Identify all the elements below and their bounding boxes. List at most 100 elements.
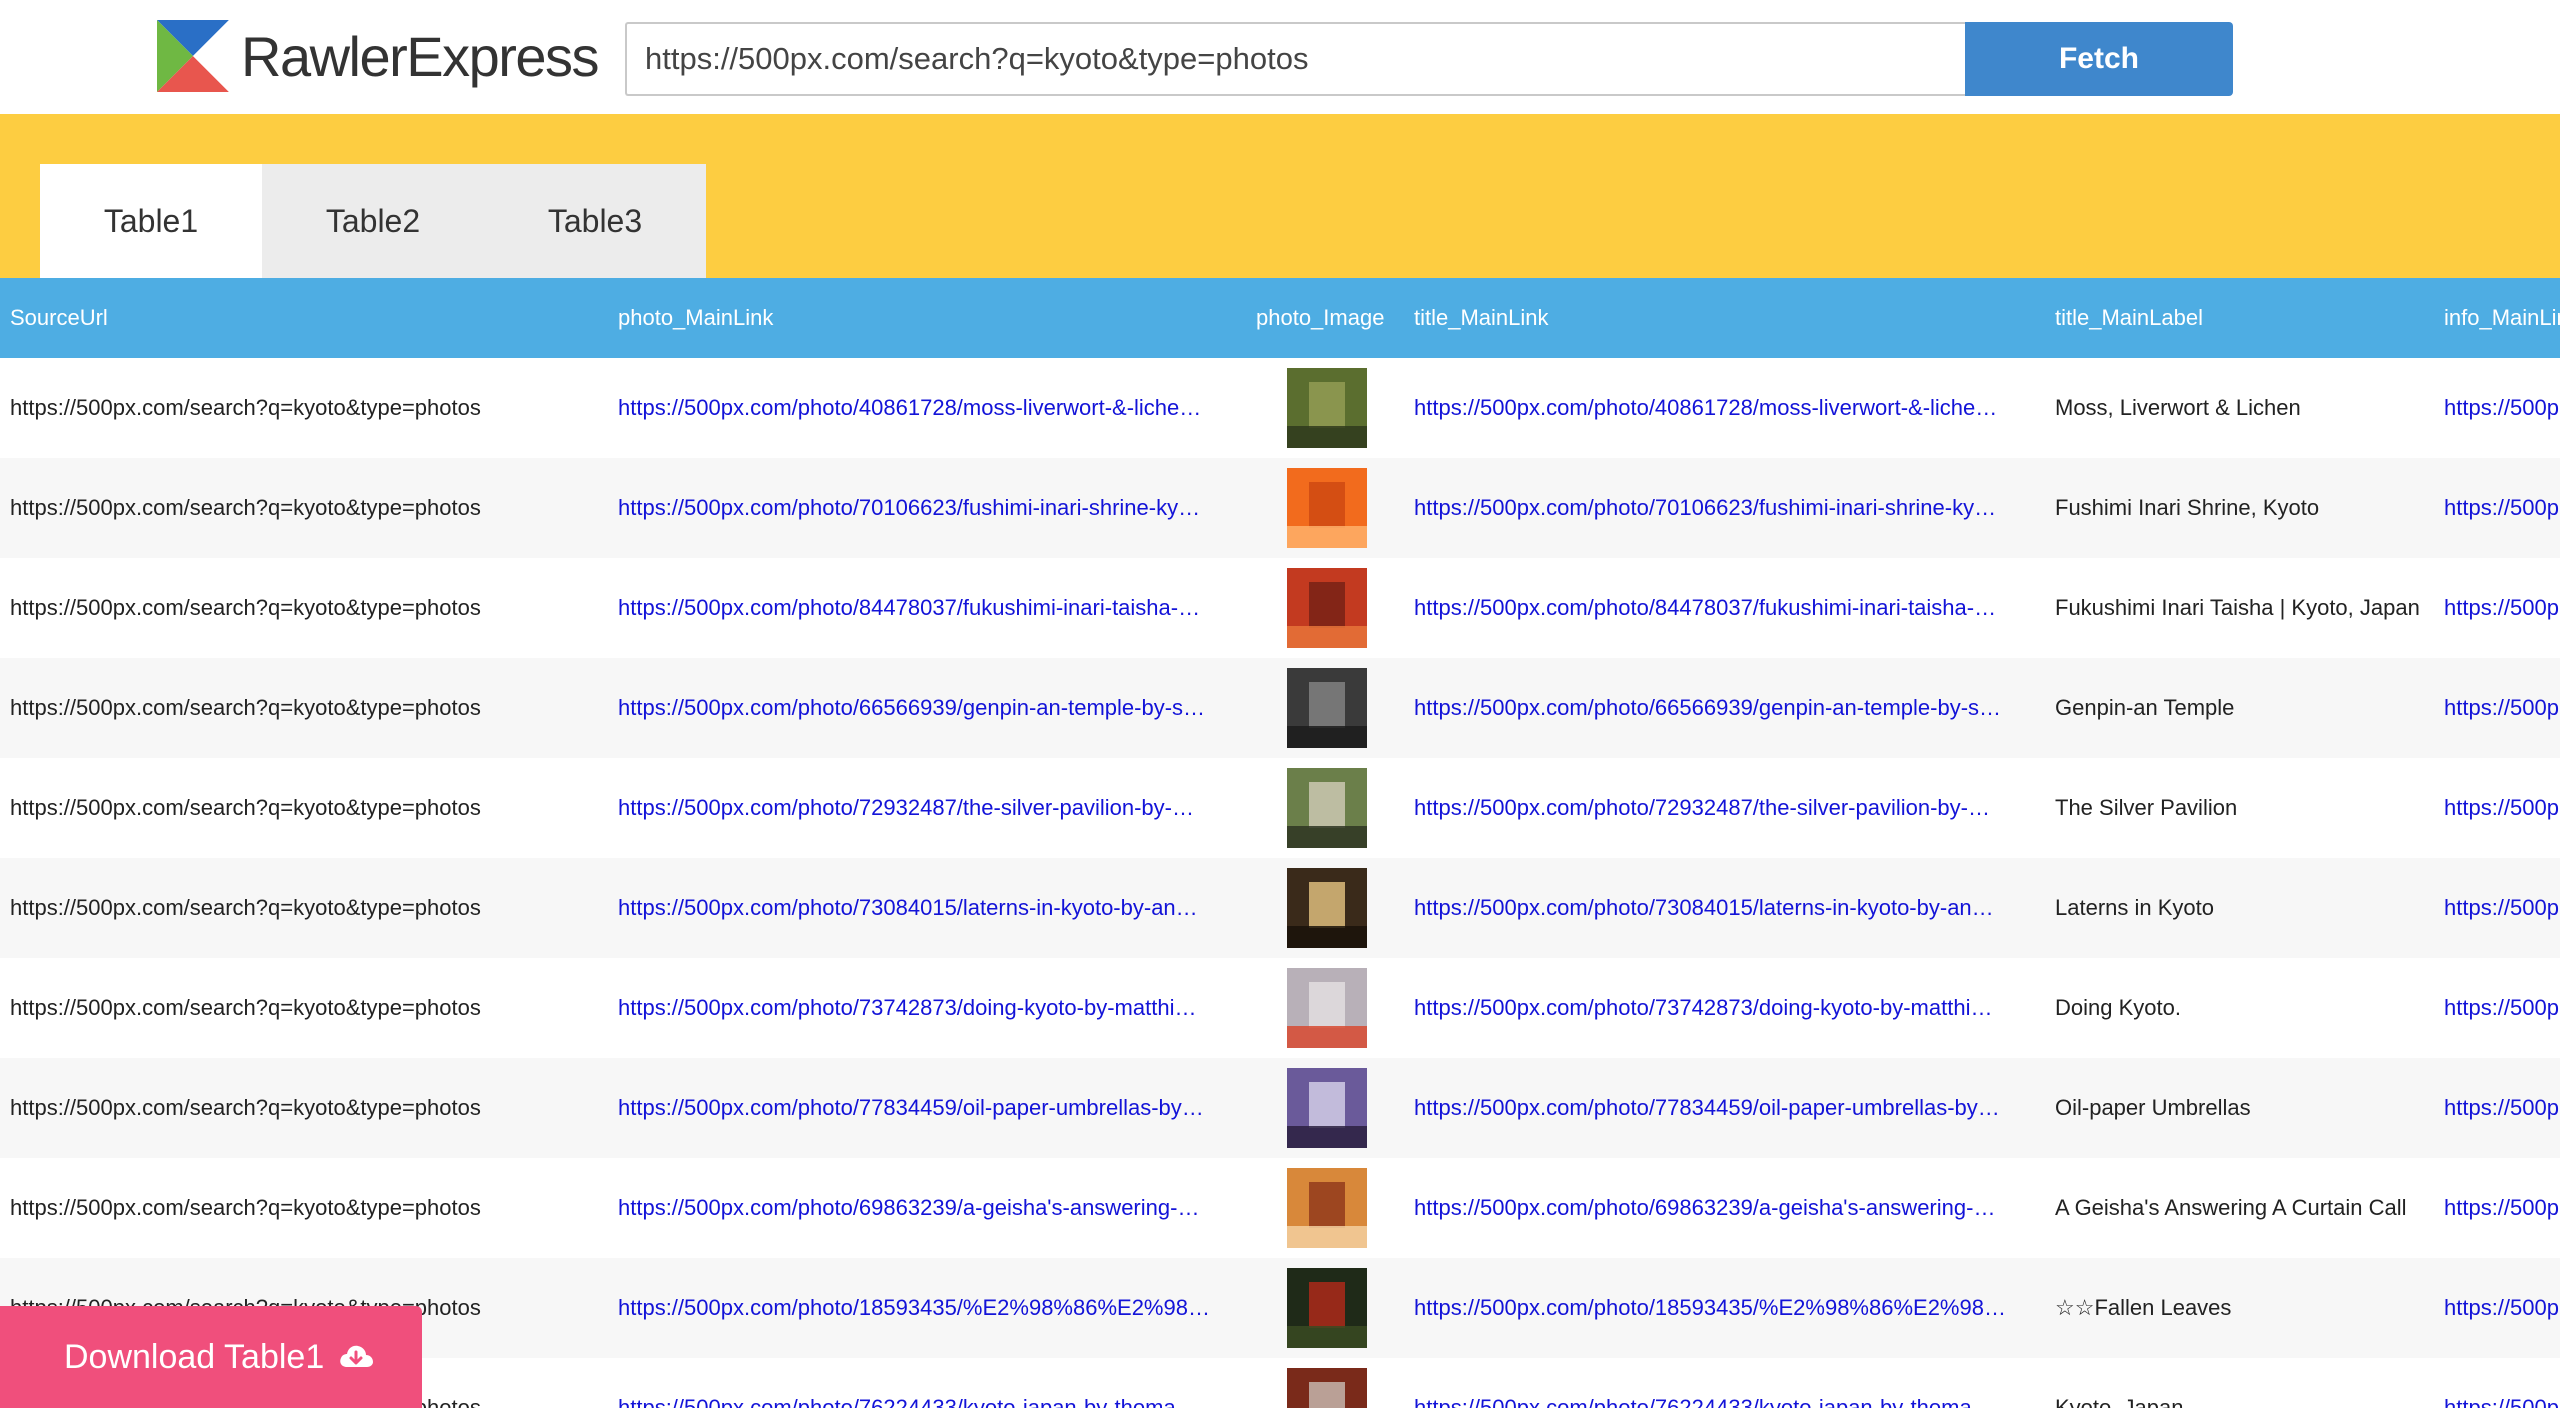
cell-source-url: https://500px.com/search?q=kyoto&type=ph…: [10, 795, 481, 820]
app-header: RawlerExpress Fetch: [0, 0, 2560, 114]
column-header-photo-image[interactable]: photo_Image: [1250, 278, 1404, 358]
cell-title-link[interactable]: https://500px.com/photo/72932487/the-sil…: [1404, 758, 2045, 858]
cell-source-url: https://500px.com/search?q=kyoto&type=ph…: [10, 495, 481, 520]
table-body: https://500px.com/search?q=kyoto&type=ph…: [0, 358, 2560, 1408]
table-header-row: SourceUrl photo_MainLink photo_Image tit…: [0, 278, 2560, 358]
cell-title-link[interactable]: https://500px.com/photo/66566939/genpin-…: [1404, 658, 2045, 758]
table-row: https://500px.com/search?q=kyoto&type=ph…: [0, 758, 2560, 858]
cell-photo-link[interactable]: https://500px.com/photo/18593435/%E2%98%…: [608, 1258, 1250, 1358]
table-row: https://500px.com/search?q=kyoto&type=ph…: [0, 358, 2560, 458]
tab-table1[interactable]: Table1: [40, 164, 262, 278]
column-header-sourceurl[interactable]: SourceUrl: [0, 278, 608, 358]
cell-info-link[interactable]: https://500p: [2434, 958, 2560, 1058]
cell-title-link[interactable]: https://500px.com/photo/40861728/moss-li…: [1404, 358, 2045, 458]
cell-photo-link[interactable]: https://500px.com/photo/84478037/fukushi…: [608, 558, 1250, 658]
cell-photo-link[interactable]: https://500px.com/photo/72932487/the-sil…: [608, 758, 1250, 858]
photo-thumbnail: [1287, 368, 1367, 448]
app-logo[interactable]: RawlerExpress: [157, 19, 600, 93]
tab-band: Table1 Table2 Table3: [0, 114, 2560, 278]
cell-title-link[interactable]: https://500px.com/photo/70106623/fushimi…: [1404, 458, 2045, 558]
table-row: https://500px.com/search?q=kyoto&type=ph…: [0, 658, 2560, 758]
download-table-button[interactable]: Download Table1: [0, 1306, 422, 1408]
cell-source-url: https://500px.com/search?q=kyoto&type=ph…: [10, 695, 481, 720]
cell-photo-image: [1250, 1058, 1404, 1158]
cell-source-url: https://500px.com/search?q=kyoto&type=ph…: [10, 995, 481, 1020]
cell-info-link[interactable]: https://500p: [2434, 858, 2560, 958]
cell-photo-link[interactable]: https://500px.com/photo/70106623/fushimi…: [608, 458, 1250, 558]
photo-thumbnail: [1287, 1368, 1367, 1408]
cell-photo-image: [1250, 858, 1404, 958]
cell-title-link[interactable]: https://500px.com/photo/84478037/fukushi…: [1404, 558, 2045, 658]
cell-title-link[interactable]: https://500px.com/photo/77834459/oil-pap…: [1404, 1058, 2045, 1158]
tab-bar: Table1 Table2 Table3: [40, 164, 706, 278]
tab-table2[interactable]: Table2: [262, 164, 484, 278]
cell-photo-link[interactable]: https://500px.com/photo/66566939/genpin-…: [608, 658, 1250, 758]
cell-title-link[interactable]: https://500px.com/photo/73084015/laterns…: [1404, 858, 2045, 958]
url-input[interactable]: [625, 22, 1967, 96]
cell-title-label: ☆☆Fallen Leaves: [2055, 1295, 2232, 1320]
cell-title-label: Laterns in Kyoto: [2055, 895, 2214, 920]
cell-source-url: https://500px.com/search?q=kyoto&type=ph…: [10, 1195, 481, 1220]
cell-title-link[interactable]: https://500px.com/photo/76224433/kyoto-j…: [1404, 1358, 2045, 1408]
photo-thumbnail: [1287, 868, 1367, 948]
cell-info-link[interactable]: https://500p: [2434, 458, 2560, 558]
cell-source-url: https://500px.com/search?q=kyoto&type=ph…: [10, 1095, 481, 1120]
table-row: https://500px.com/search?q=kyoto&type=ph…: [0, 458, 2560, 558]
cell-photo-image: [1250, 1258, 1404, 1358]
tab-table3[interactable]: Table3: [484, 164, 706, 278]
cell-title-label: Oil-paper Umbrellas: [2055, 1095, 2251, 1120]
table-row: https://500px.com/search?q=kyoto&type=ph…: [0, 558, 2560, 658]
cell-title-label: Moss, Liverwort & Lichen: [2055, 395, 2301, 420]
cell-info-link[interactable]: https://500p: [2434, 358, 2560, 458]
cell-photo-image: [1250, 958, 1404, 1058]
cell-photo-image: [1250, 358, 1404, 458]
table-row: https://500px.com/search?q=kyoto&type=ph…: [0, 1158, 2560, 1258]
cell-info-link[interactable]: https://500p: [2434, 1158, 2560, 1258]
cell-info-link[interactable]: https://500p: [2434, 758, 2560, 858]
photo-thumbnail: [1287, 1168, 1367, 1248]
column-header-photo-mainlink[interactable]: photo_MainLink: [608, 278, 1250, 358]
column-header-title-mainlink[interactable]: title_MainLink: [1404, 278, 2045, 358]
cell-info-link[interactable]: https://500p: [2434, 1058, 2560, 1158]
cell-title-link[interactable]: https://500px.com/photo/73742873/doing-k…: [1404, 958, 2045, 1058]
photo-thumbnail: [1287, 468, 1367, 548]
cell-photo-link[interactable]: https://500px.com/photo/40861728/moss-li…: [608, 358, 1250, 458]
cell-source-url: https://500px.com/search?q=kyoto&type=ph…: [10, 595, 481, 620]
app-name: RawlerExpress: [241, 24, 600, 88]
photo-thumbnail: [1287, 668, 1367, 748]
cell-photo-link[interactable]: https://500px.com/photo/73084015/laterns…: [608, 858, 1250, 958]
cell-title-label: A Geisha's Answering A Curtain Call: [2055, 1195, 2407, 1220]
cell-info-link[interactable]: https://500p: [2434, 658, 2560, 758]
table-row: https://500px.com/search?q=kyoto&type=ph…: [0, 958, 2560, 1058]
photo-thumbnail: [1287, 968, 1367, 1048]
column-header-info-mainlink[interactable]: info_MainLink: [2434, 278, 2560, 358]
photo-thumbnail: [1287, 1268, 1367, 1348]
table-row: https://500px.com/search?q=kyoto&type=ph…: [0, 1058, 2560, 1158]
cell-photo-link[interactable]: https://500px.com/photo/69863239/a-geish…: [608, 1158, 1250, 1258]
cell-photo-image: [1250, 1358, 1404, 1408]
cell-title-link[interactable]: https://500px.com/photo/69863239/a-geish…: [1404, 1158, 2045, 1258]
cell-title-label: The Silver Pavilion: [2055, 795, 2238, 820]
table-row: https://500px.com/search?q=kyoto&type=ph…: [0, 858, 2560, 958]
results-table-container[interactable]: SourceUrl photo_MainLink photo_Image tit…: [0, 278, 2560, 1408]
cell-photo-image: [1250, 758, 1404, 858]
cell-photo-link[interactable]: https://500px.com/photo/76224433/kyoto-j…: [608, 1358, 1250, 1408]
photo-thumbnail: [1287, 1068, 1367, 1148]
cell-photo-link[interactable]: https://500px.com/photo/73742873/doing-k…: [608, 958, 1250, 1058]
download-label: Download Table1: [64, 1337, 325, 1376]
cell-photo-image: [1250, 558, 1404, 658]
fetch-button[interactable]: Fetch: [1965, 22, 2233, 96]
cell-title-label: Fukushimi Inari Taisha | Kyoto, Japan: [2055, 595, 2420, 620]
cell-source-url: https://500px.com/search?q=kyoto&type=ph…: [10, 895, 481, 920]
cell-title-link[interactable]: https://500px.com/photo/18593435/%E2%98%…: [1404, 1258, 2045, 1358]
column-header-title-mainlabel[interactable]: title_MainLabel: [2045, 278, 2434, 358]
cell-info-link[interactable]: https://500p: [2434, 1258, 2560, 1358]
cell-info-link[interactable]: https://500p: [2434, 558, 2560, 658]
photo-thumbnail: [1287, 768, 1367, 848]
cloud-download-icon: [340, 1345, 374, 1367]
cell-photo-link[interactable]: https://500px.com/photo/77834459/oil-pap…: [608, 1058, 1250, 1158]
cell-info-link[interactable]: https://500p: [2434, 1358, 2560, 1408]
cell-photo-image: [1250, 458, 1404, 558]
logo-icon: [157, 20, 229, 92]
cell-title-label: Fushimi Inari Shrine, Kyoto: [2055, 495, 2320, 520]
